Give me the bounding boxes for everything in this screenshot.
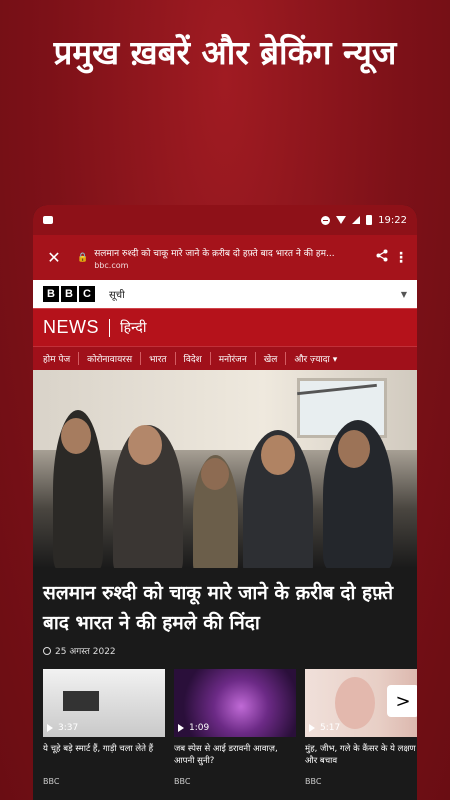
section-nav: होम पेज कोरोनावायरस भारत विदेश मनोरंजन ख…: [33, 346, 417, 370]
nav-item-home[interactable]: होम पेज: [43, 352, 80, 365]
page-domain: bbc.com: [94, 260, 129, 270]
promo-title: प्रमुख ख़बरें और ब्रेकिंग न्यूज: [53, 33, 397, 72]
news-header: NEWS हिन्दी: [33, 308, 417, 346]
status-time: 19:22: [378, 214, 407, 226]
video-carousel: 3:37 ये चूहे बड़े स्मार्ट हैं, गाड़ी चला…: [33, 657, 417, 786]
chevron-down-icon[interactable]: ▼: [401, 290, 407, 299]
video-thumbnail[interactable]: 3:37: [43, 669, 165, 737]
person-face: [61, 418, 91, 454]
video-title[interactable]: ये चूहे बड़े स्मार्ट हैं, गाड़ी चला लेते…: [43, 743, 165, 769]
language-label: हिन्दी: [120, 320, 147, 336]
nav-item-more[interactable]: और ज़्यादा ▾: [294, 352, 345, 365]
video-source: BBC: [43, 777, 60, 786]
do-not-disturb-icon: [321, 215, 331, 225]
video-thumbnail[interactable]: 5:17 >: [305, 669, 417, 737]
duration-text: 3:37: [58, 723, 79, 733]
lead-story: सलमान रुश्दी को चाकू मारे जाने के क़रीब …: [33, 568, 417, 657]
battery-icon: [366, 215, 373, 225]
video-title[interactable]: जब स्पेस से आई डरावनी आवाज़, आपनी सुनी?: [174, 743, 296, 769]
nav-item-coronavirus[interactable]: कोरोनावायरस: [87, 352, 142, 365]
video-thumbnail[interactable]: 1:09: [174, 669, 296, 737]
bbc-logo-letter: C: [79, 286, 95, 302]
nav-item-international[interactable]: विदेश: [184, 352, 211, 365]
divider: [109, 318, 110, 337]
nav-item-sports[interactable]: खेल: [264, 352, 287, 365]
status-bar: 19:22: [33, 205, 417, 235]
bbc-logo-letter: B: [61, 286, 77, 302]
play-icon: [178, 724, 184, 732]
phone-screen: 19:22 ✕ 🔒 सलमान रुश्दी को चाकू मारे जाने…: [33, 205, 417, 800]
lead-story-image[interactable]: [33, 370, 417, 568]
page-title: सलमान रुश्दी को चाकू मारे जाने के क़रीब …: [94, 248, 335, 259]
video-duration: 5:17: [309, 723, 340, 733]
nav-item-india[interactable]: भारत: [149, 352, 176, 365]
nav-item-entertainment[interactable]: मनोरंजन: [219, 352, 256, 365]
bbc-logo[interactable]: B B C: [43, 286, 95, 302]
wifi-icon: [336, 216, 347, 224]
clock-icon: [43, 646, 51, 655]
lock-icon: 🔒: [77, 252, 89, 263]
person-face: [201, 458, 229, 490]
menu-button[interactable]: सूची: [109, 287, 401, 301]
news-logo[interactable]: NEWS: [43, 317, 99, 338]
play-icon: [47, 724, 53, 732]
video-source: BBC: [305, 777, 322, 786]
status-icons: 19:22: [321, 215, 407, 226]
play-icon: [309, 724, 315, 732]
signal-icon: [352, 216, 361, 224]
lead-story-date: 25 अगस्त 2022: [43, 644, 407, 657]
notification-icon: [43, 216, 53, 224]
video-duration: 1:09: [178, 723, 209, 733]
share-icon[interactable]: [371, 249, 393, 266]
bbc-logo-letter: B: [43, 286, 59, 302]
url-info[interactable]: सलमान रुश्दी को चाकू मारे जाने के क़रीब …: [94, 246, 361, 270]
duration-text: 5:17: [320, 723, 341, 733]
person-face: [338, 430, 370, 468]
bbc-top-bar: B B C सूची ▼: [33, 280, 417, 308]
person-face: [261, 435, 295, 475]
video-title[interactable]: मुंह, जीभ, गले के कैंसर के ये लक्षण और ब…: [305, 743, 417, 769]
video-duration: 3:37: [47, 723, 78, 733]
lead-story-headline[interactable]: सलमान रुश्दी को चाकू मारे जाने के क़रीब …: [43, 578, 407, 638]
date-text: 25 अगस्त 2022: [55, 647, 116, 657]
video-source: BBC: [174, 777, 191, 786]
more-options-icon[interactable]: ⋮: [393, 250, 409, 266]
browser-url-bar: ✕ 🔒 सलमान रुश्दी को चाकू मारे जाने के क़…: [33, 235, 417, 280]
close-icon[interactable]: ✕: [41, 248, 67, 267]
video-card[interactable]: 3:37 ये चूहे बड़े स्मार्ट हैं, गाड़ी चला…: [43, 669, 165, 786]
video-card[interactable]: 1:09 जब स्पेस से आई डरावनी आवाज़, आपनी स…: [174, 669, 296, 786]
person-face: [128, 425, 162, 465]
duration-text: 1:09: [189, 723, 210, 733]
carousel-next-button[interactable]: >: [387, 685, 417, 717]
video-card[interactable]: 5:17 > मुंह, जीभ, गले के कैंसर के ये लक्…: [305, 669, 417, 786]
